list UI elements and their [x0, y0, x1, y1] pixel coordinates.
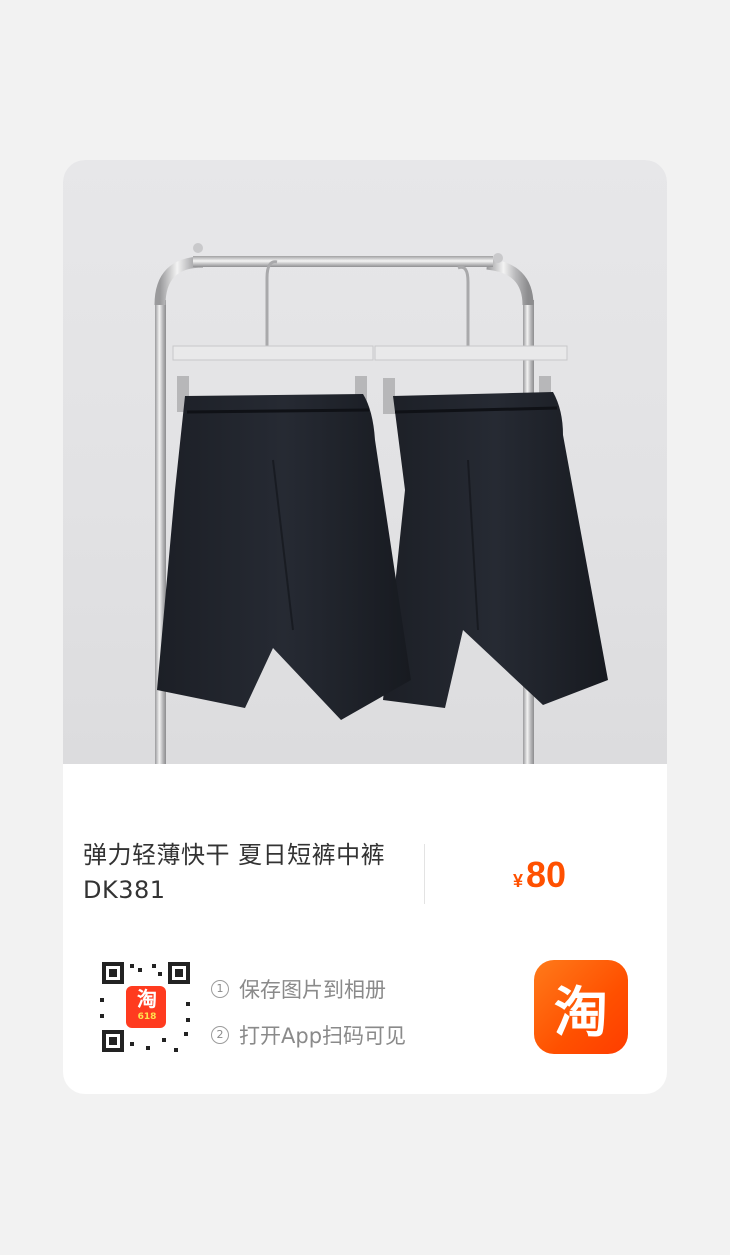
product-photo — [63, 160, 667, 764]
step-text: 打开App扫码可见 — [239, 1024, 407, 1048]
taobao-app-icon[interactable]: 淘 — [534, 960, 628, 1054]
step-number: 2 — [211, 1026, 229, 1044]
share-card: 弹力轻薄快干 夏日短裤中裤 DK381 ¥80 淘 618 1 保存图片到相册 … — [63, 160, 667, 1094]
qr-code: 淘 618 — [96, 958, 196, 1058]
step-number: 1 — [211, 980, 229, 998]
step-save: 1 保存图片到相册 — [211, 966, 406, 1012]
step-text: 保存图片到相册 — [239, 978, 386, 1002]
step-open-app: 2 打开App扫码可见 — [211, 1012, 406, 1058]
price-value: 80 — [526, 854, 567, 895]
qr-badge: 淘 — [137, 987, 157, 1011]
share-steps: 1 保存图片到相册 2 打开App扫码可见 — [211, 966, 406, 1058]
shorts-on-rack-image — [154, 243, 608, 764]
product-title: 弹力轻薄快干 夏日短裤中裤 DK381 — [83, 841, 386, 904]
qr-badge-sub: 618 — [137, 1012, 157, 1022]
divider — [424, 844, 425, 904]
currency-symbol: ¥ — [513, 871, 524, 891]
price: ¥80 — [513, 854, 566, 896]
